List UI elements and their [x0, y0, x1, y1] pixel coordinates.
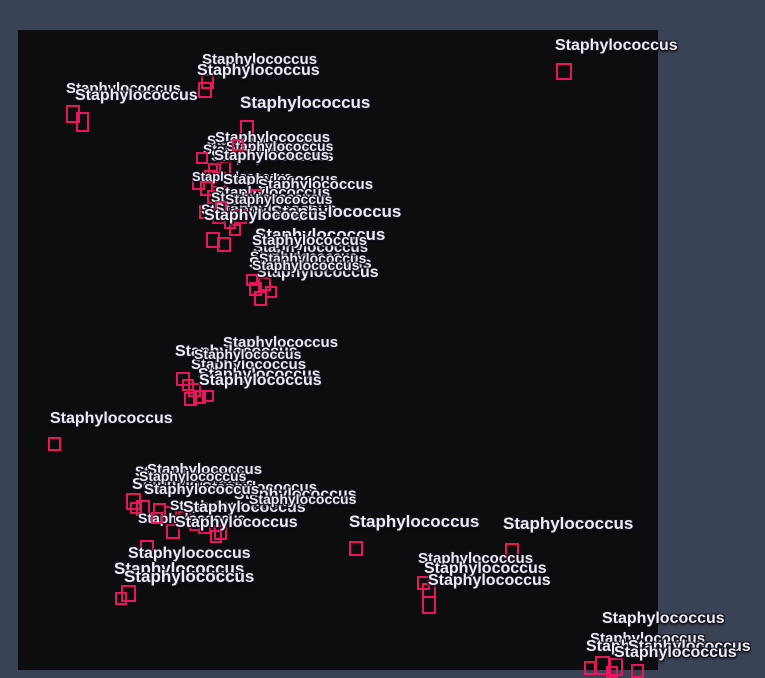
detection-box[interactable]	[115, 592, 127, 605]
detection-box[interactable]	[184, 392, 197, 406]
detection-box[interactable]	[199, 205, 212, 219]
detection-box[interactable]	[229, 224, 241, 236]
detection-box[interactable]	[140, 540, 154, 555]
detection-box[interactable]	[210, 530, 222, 543]
detection-box[interactable]	[196, 152, 208, 164]
detection-box[interactable]	[505, 543, 519, 559]
detection-viewport: Staphylococcus Staphylococcus Staphylococc…	[0, 0, 765, 678]
detection-box[interactable]	[265, 286, 277, 298]
detection-box[interactable]	[151, 512, 163, 524]
detection-box[interactable]	[240, 120, 254, 135]
detection-box[interactable]	[217, 237, 231, 252]
microscopy-image-canvas[interactable]	[18, 30, 658, 670]
detection-box[interactable]	[130, 502, 142, 514]
detection-box[interactable]	[631, 664, 644, 678]
detection-box[interactable]	[556, 63, 572, 80]
detection-box[interactable]	[349, 541, 363, 556]
detection-box[interactable]	[202, 390, 214, 402]
detection-box[interactable]	[270, 203, 282, 216]
detection-box[interactable]	[606, 666, 618, 678]
detection-box[interactable]	[182, 379, 194, 391]
detection-box[interactable]	[422, 596, 436, 614]
detection-box[interactable]	[198, 82, 212, 98]
detection-box[interactable]	[48, 437, 61, 451]
detection-box[interactable]	[164, 506, 177, 520]
detection-box[interactable]	[246, 274, 258, 286]
detection-box[interactable]	[166, 524, 180, 539]
detection-box[interactable]	[232, 139, 244, 151]
detection-box[interactable]	[250, 189, 262, 201]
detection-box[interactable]	[215, 201, 227, 213]
detection-box[interactable]	[76, 112, 89, 132]
detection-box[interactable]	[212, 172, 226, 188]
